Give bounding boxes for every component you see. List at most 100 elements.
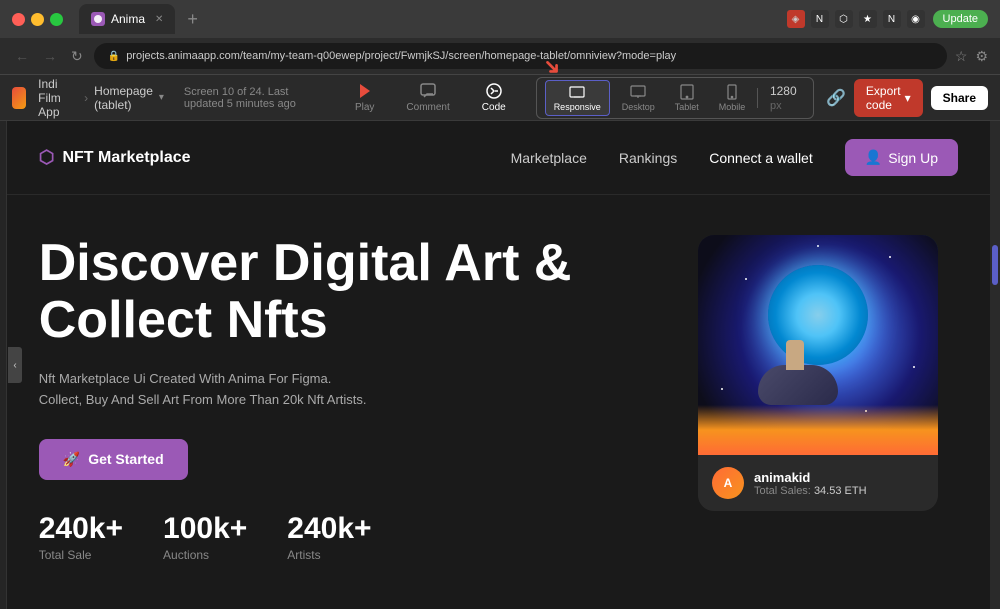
get-started-button[interactable]: 🚀 Get Started <box>39 439 188 480</box>
artist-info: animakid Total Sales: 34.53 ETH <box>754 470 867 497</box>
earth-element <box>698 405 938 455</box>
canvas-wrapper: ⬡ NFT Marketplace Marketplace Rankings C… <box>7 121 1000 609</box>
stats-row: 240k+ Total Sale 100k+ Auctions 240k+ Ar… <box>39 512 658 562</box>
nav-link-connect-wallet[interactable]: Connect a wallet <box>709 150 813 166</box>
anima-actions: 🔗 Export code ▾ Share <box>826 79 988 117</box>
lock-icon: 🔒 <box>108 51 120 62</box>
hero-right: A animakid Total Sales: 34.53 ETH <box>698 235 958 511</box>
user-icon: 👤 <box>865 149 882 166</box>
breadcrumb-separator: › <box>84 91 88 105</box>
breadcrumb-screen[interactable]: Homepage (tablet) <box>94 84 153 112</box>
ext-icon-6[interactable]: ◉ <box>907 10 925 28</box>
stat-artists: 240k+ Artists <box>287 512 371 562</box>
ext-icon-2[interactable]: N <box>811 10 829 28</box>
planet-element <box>768 265 868 365</box>
figure-element <box>786 340 804 370</box>
stat-artists-label: Artists <box>287 548 371 562</box>
browser-chrome: Anima ✕ + ◈ N ⬡ ★ N ◉ Update ← → ↻ 🔒 pro… <box>0 0 1000 75</box>
artist-sales: Total Sales: 34.53 ETH <box>754 485 867 497</box>
code-button[interactable]: Code ➜ <box>476 78 512 117</box>
settings-icon[interactable]: ⚙ <box>975 48 988 65</box>
address-bar[interactable]: 🔒 projects.animaapp.com/team/my-team-q00… <box>94 43 947 69</box>
stat-total-sale: 240k+ Total Sale <box>39 512 123 562</box>
export-button[interactable]: Export code ▾ <box>854 79 923 117</box>
close-window-button[interactable] <box>12 13 25 26</box>
refresh-button[interactable]: ↻ <box>68 48 86 65</box>
tab-title: Anima <box>111 12 145 26</box>
stat-auctions: 100k+ Auctions <box>163 512 247 562</box>
breadcrumb-project[interactable]: Indi Film App <box>38 77 78 119</box>
hero-title: Discover Digital Art & Collect Nfts <box>39 235 658 349</box>
ext-icon-1[interactable]: ◈ <box>787 10 805 28</box>
responsive-button[interactable]: Responsive <box>545 80 610 116</box>
traffic-lights <box>12 13 63 26</box>
share-button[interactable]: Share <box>931 86 988 110</box>
nft-card-image <box>698 235 938 455</box>
maximize-window-button[interactable] <box>50 13 63 26</box>
anima-app-bar: Indi Film App › Homepage (tablet) ▾ Scre… <box>0 75 1000 121</box>
page-frame: ⬡ NFT Marketplace Marketplace Rankings C… <box>7 121 990 609</box>
back-button[interactable]: ← <box>12 48 32 64</box>
tab-favicon <box>91 12 105 26</box>
play-button[interactable]: Play <box>349 78 380 117</box>
nft-page: ⬡ NFT Marketplace Marketplace Rankings C… <box>7 121 990 609</box>
breadcrumb: Indi Film App › Homepage (tablet) ▾ <box>38 77 164 119</box>
nft-logo-icon: ⬡ <box>39 147 55 168</box>
stat-auctions-label: Auctions <box>163 548 247 562</box>
dimension-display: 1280 px <box>762 84 805 112</box>
rocket-icon: 🚀 <box>63 451 80 468</box>
nft-card-artwork <box>698 235 938 455</box>
browser-titlebar: Anima ✕ + ◈ N ⬡ ★ N ◉ Update <box>0 0 1000 38</box>
address-bar-row: ← → ↻ 🔒 projects.animaapp.com/team/my-te… <box>0 38 1000 74</box>
nft-navigation: ⬡ NFT Marketplace Marketplace Rankings C… <box>7 121 990 195</box>
artist-name: animakid <box>754 470 867 485</box>
device-controls: Responsive Desktop Tablet Mobile 1280 px <box>536 77 814 119</box>
stat-artists-value: 240k+ <box>287 512 371 546</box>
update-button[interactable]: Update <box>933 10 988 28</box>
nft-card-info: A animakid Total Sales: 34.53 ETH <box>698 455 938 511</box>
hero-description: Nft Marketplace Ui Created With Anima Fo… <box>39 369 369 411</box>
breadcrumb-dropdown-icon[interactable]: ▾ <box>159 92 164 103</box>
screen-info: Screen 10 of 24. Last updated 5 minutes … <box>184 86 325 110</box>
scroll-thumb[interactable] <box>992 245 998 285</box>
hero-left: Discover Digital Art & Collect Nfts Nft … <box>39 235 658 562</box>
view-controls: Play Comment Code ➜ <box>349 78 512 117</box>
new-tab-button[interactable]: + <box>179 9 206 30</box>
nft-logo: ⬡ NFT Marketplace <box>39 147 191 168</box>
anima-logo <box>12 87 26 109</box>
nft-card[interactable]: A animakid Total Sales: 34.53 ETH <box>698 235 938 511</box>
nav-link-rankings[interactable]: Rankings <box>619 150 677 166</box>
stat-auctions-value: 100k+ <box>163 512 247 546</box>
tab-close-button[interactable]: ✕ <box>155 14 163 25</box>
bookmark-icon[interactable]: ☆ <box>955 48 968 65</box>
canvas-area: ‹ ⬡ NFT Marketplace Marketplace Rankings… <box>0 121 1000 609</box>
desktop-button[interactable]: Desktop <box>614 81 663 115</box>
ext-icon-3[interactable]: ⬡ <box>835 10 853 28</box>
right-scrollbar[interactable] <box>990 121 1000 609</box>
spaceship-element <box>758 365 838 405</box>
tab-bar: Anima ✕ + <box>79 4 779 34</box>
link-icon[interactable]: 🔗 <box>826 88 846 108</box>
extension-icons: ◈ N ⬡ ★ N ◉ <box>787 10 925 28</box>
nft-hero: Discover Digital Art & Collect Nfts Nft … <box>7 195 990 602</box>
artist-avatar: A <box>712 467 744 499</box>
tablet-button[interactable]: Tablet <box>667 81 707 115</box>
signup-button[interactable]: 👤 Sign Up <box>845 139 958 176</box>
nft-nav-links: Marketplace Rankings Connect a wallet 👤 … <box>511 139 958 176</box>
nft-logo-text: NFT Marketplace <box>62 149 190 167</box>
stat-total-sale-label: Total Sale <box>39 548 123 562</box>
minimize-window-button[interactable] <box>31 13 44 26</box>
expand-panel-button[interactable]: ‹ <box>8 347 22 383</box>
left-sidebar <box>0 121 7 609</box>
stat-total-sale-value: 240k+ <box>39 512 123 546</box>
browser-actions: ◈ N ⬡ ★ N ◉ Update <box>787 10 988 28</box>
nav-link-marketplace[interactable]: Marketplace <box>511 150 587 166</box>
address-text: projects.animaapp.com/team/my-team-q00ew… <box>126 50 933 62</box>
forward-button[interactable]: → <box>40 48 60 64</box>
active-tab[interactable]: Anima ✕ <box>79 4 175 34</box>
ext-icon-4[interactable]: ★ <box>859 10 877 28</box>
comment-button[interactable]: Comment <box>400 78 455 117</box>
ext-icon-5[interactable]: N <box>883 10 901 28</box>
eth-value: 34.53 ETH <box>814 485 867 497</box>
mobile-button[interactable]: Mobile <box>711 81 754 115</box>
